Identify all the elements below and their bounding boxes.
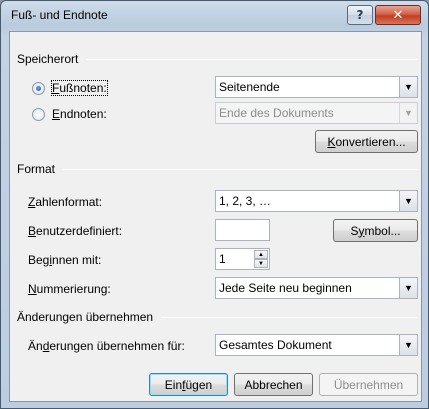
section-aenderungen: Änderungen übernehmen [17,310,417,324]
help-button[interactable]: ? [347,5,373,25]
benutzerdefiniert-input[interactable] [215,219,270,241]
stepper-value: 1 [219,252,226,266]
button-label: Ein [164,377,183,392]
label-text: enutzerdefiniert: [36,224,123,238]
endnoten-label[interactable]: Endnoten: [52,107,107,121]
section-divider [161,316,417,318]
section-heading: Format [17,162,56,176]
section-speicherort: Speicherort [17,52,417,66]
aenderungen-scope-select[interactable]: Gesamtes Dokument ▼ [215,334,418,356]
select-value: Ende des Dokuments [219,106,334,120]
section-divider [86,58,417,60]
section-format: Format [17,162,417,176]
abbrechen-button[interactable]: Abbrechen [234,373,313,396]
label-text: nnen mit: [52,253,102,267]
beginnen-label: Beginnen mit: [28,253,101,267]
chevron-down-icon[interactable]: ▼ [399,191,417,211]
close-icon: ✕ [392,7,404,23]
button-label: S [350,223,359,238]
spin-up-icon[interactable]: ▲ [254,250,268,259]
benutzerdefiniert-label: Benutzerdefiniert: [28,224,122,238]
close-button[interactable]: ✕ [375,5,421,25]
mnemonic: B [28,224,37,238]
button-label: onvertieren... [335,134,406,149]
select-value: Gesamtes Dokument [219,338,332,352]
label-text: Än [28,339,43,353]
mnemonic: K [327,134,336,149]
select-value: 1, 2, 3, … [219,194,272,208]
dialog-client: Speicherort Fußnoten: Seitenende ▼ Endno… [9,31,422,402]
label-text: ummerierung: [36,282,111,296]
zahlenformat-select[interactable]: 1, 2, 3, … ▼ [215,190,418,212]
button-label: ügen [185,377,213,392]
fussnoten-label[interactable]: Fußnoten: [51,80,108,96]
select-value: Jede Seite neu beginnen [219,281,352,295]
endnoten-radio[interactable] [32,108,45,121]
label-text: ahlenformat: [35,195,103,209]
nummerierung-label: Nummerierung: [28,282,111,296]
einfuegen-button[interactable]: Ein f ügen [149,373,228,396]
fussnoten-position-select[interactable]: Seitenende ▼ [215,76,418,98]
label-text: erungen übernehmen für: [49,339,185,353]
label-text: ndnoten: [60,107,107,121]
mnemonic: E [52,107,61,121]
spin-down-icon[interactable]: ▼ [254,259,268,268]
stepper-buttons: ▲ ▼ [254,250,268,268]
fussnoten-radio[interactable] [32,82,45,95]
chevron-down-icon[interactable]: ▼ [399,77,417,97]
endnoten-position-select: Ende des Dokuments ▼ [215,102,418,124]
chevron-down-icon: ▼ [399,103,417,123]
chevron-down-icon[interactable]: ▼ [399,278,417,298]
konvertieren-button[interactable]: Konvertieren... [315,130,418,153]
button-label: mbol... [364,223,401,238]
select-value: Seitenende [219,80,280,94]
section-divider [63,168,417,170]
dialog-window: Fuß- und Endnote ? ✕ Speicherort Fußnote… [0,0,429,409]
aenderungen-label: Änderungen übernehmen für: [28,339,185,353]
mnemonic: N [28,282,37,296]
symbol-button[interactable]: Sy mbol... [333,219,418,242]
window-title: Fuß- und Endnote [11,8,108,22]
uebernehmen-button: Übernehmen [319,373,418,396]
help-icon: ? [356,8,364,22]
label-text: Beg [28,253,50,267]
chevron-down-icon[interactable]: ▼ [399,335,417,355]
beginnen-stepper[interactable]: 1 ▲ ▼ [215,248,270,270]
section-heading: Änderungen übernehmen [17,310,154,324]
section-heading: Speicherort [17,52,79,66]
nummerierung-select[interactable]: Jede Seite neu beginnen ▼ [215,277,418,299]
label-text: ußnoten: [59,81,107,95]
zahlenformat-label: Zahlenformat: [28,195,102,209]
title-bar[interactable]: Fuß- und Endnote ? ✕ [1,1,428,31]
